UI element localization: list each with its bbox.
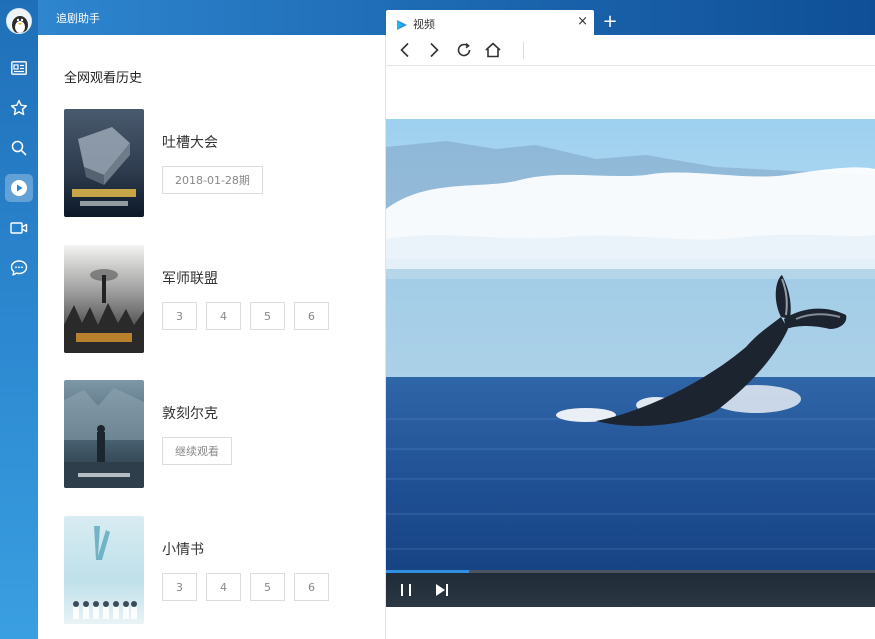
progress-bar[interactable] xyxy=(386,570,875,573)
episode-list: 继续观看 xyxy=(162,437,232,465)
history-title: 全网观看历史 xyxy=(64,71,143,86)
poster-image[interactable] xyxy=(64,380,144,488)
poster-image[interactable] xyxy=(64,245,144,353)
episode-button[interactable]: 6 xyxy=(294,573,329,601)
new-tab-button[interactable]: + xyxy=(600,10,620,32)
home-icon xyxy=(485,42,501,58)
episode-button[interactable]: 4 xyxy=(206,573,241,601)
list-item[interactable]: 小情书 3 4 5 6 xyxy=(64,516,364,624)
list-item[interactable]: 吐槽大会 2018-01-28期 xyxy=(64,109,364,217)
player-controls xyxy=(386,570,875,607)
sidebar-item-camera[interactable] xyxy=(5,214,33,242)
home-button[interactable] xyxy=(483,40,503,60)
episode-button[interactable]: 3 xyxy=(162,302,197,330)
penguin-avatar-icon xyxy=(7,9,31,33)
close-icon[interactable]: × xyxy=(577,14,588,29)
forward-button[interactable] xyxy=(424,40,444,60)
show-title: 敦刻尔克 xyxy=(162,406,218,422)
icon-rail xyxy=(0,0,38,639)
episode-list: 3 4 5 6 xyxy=(162,302,329,330)
back-button[interactable] xyxy=(395,40,415,60)
episode-list: 2018-01-28期 xyxy=(162,166,263,194)
sidebar-item-news[interactable] xyxy=(5,54,33,82)
search-icon xyxy=(11,140,27,156)
skip-next-icon xyxy=(436,584,448,596)
news-icon xyxy=(11,61,27,75)
list-item[interactable]: 军师联盟 3 4 5 6 xyxy=(64,245,364,353)
browser-toolbar xyxy=(386,35,875,66)
progress-fill xyxy=(386,570,470,573)
video-camera-icon xyxy=(10,222,28,234)
avatar[interactable] xyxy=(6,8,32,34)
sidebar-item-chat[interactable] xyxy=(5,254,33,282)
episode-list: 3 4 5 6 xyxy=(162,573,329,601)
poster-image[interactable] xyxy=(64,109,144,217)
episode-button[interactable]: 6 xyxy=(294,302,329,330)
video-logo-icon xyxy=(396,16,408,35)
history-panel: 全网观看历史 吐槽大会 2018-01-28期 军师联盟 3 4 5 6 敦刻尔… xyxy=(38,35,386,639)
play-icon xyxy=(11,180,27,196)
pause-icon xyxy=(401,584,411,596)
show-title: 吐槽大会 xyxy=(162,135,218,151)
sidebar-item-favorites[interactable] xyxy=(5,94,33,122)
next-button[interactable] xyxy=(432,580,452,600)
video-player[interactable] xyxy=(386,119,875,607)
episode-button[interactable]: 3 xyxy=(162,573,197,601)
tab-video[interactable]: 视频 × xyxy=(386,10,594,35)
app-title: 追剧助手 xyxy=(56,12,100,25)
video-frame-image xyxy=(386,119,875,607)
tab-label: 视频 xyxy=(413,18,435,31)
back-icon xyxy=(400,42,409,58)
refresh-icon xyxy=(457,42,471,57)
chat-bubble-icon xyxy=(10,260,28,276)
star-icon xyxy=(10,99,28,116)
sidebar-item-search[interactable] xyxy=(5,134,33,162)
pause-button[interactable] xyxy=(396,580,416,600)
poster-image[interactable] xyxy=(64,516,144,624)
toolbar-divider xyxy=(523,42,524,59)
episode-button[interactable]: 4 xyxy=(206,302,241,330)
browser-pane xyxy=(386,35,875,639)
episode-button[interactable]: 5 xyxy=(250,573,285,601)
episode-button[interactable]: 5 xyxy=(250,302,285,330)
show-title: 小情书 xyxy=(162,542,204,558)
continue-watching-button[interactable]: 继续观看 xyxy=(162,437,232,465)
show-title: 军师联盟 xyxy=(162,271,218,287)
episode-button[interactable]: 2018-01-28期 xyxy=(162,166,263,194)
sidebar-item-player[interactable] xyxy=(5,174,33,202)
forward-icon xyxy=(430,42,439,58)
refresh-button[interactable] xyxy=(454,40,474,60)
list-item[interactable]: 敦刻尔克 继续观看 xyxy=(64,380,364,488)
